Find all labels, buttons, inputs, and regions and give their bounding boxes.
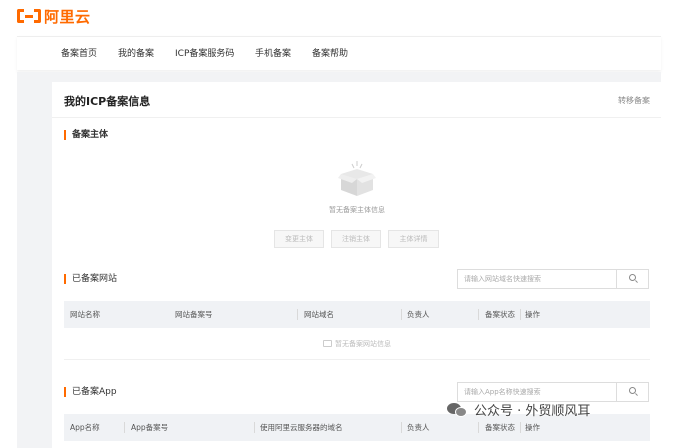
nav-item-icp-service-code[interactable]: ICP备案服务码	[175, 37, 234, 71]
column-header: App备案号	[131, 423, 169, 432]
column-header: 负责人	[407, 423, 430, 432]
column-header: App名称	[70, 423, 100, 432]
subject-empty-text: 暂无备案主体信息	[329, 206, 385, 214]
column-header: 备案状态	[485, 310, 515, 319]
column-header: 网站域名	[304, 310, 334, 319]
empty-box-icon	[323, 340, 332, 347]
section-title-subject: 备案主体	[64, 130, 108, 140]
column-header: 操作	[525, 310, 540, 319]
column-header: 负责人	[407, 310, 430, 319]
divider	[52, 117, 661, 118]
nav-item-my-filing[interactable]: 我的备案	[118, 37, 154, 71]
website-empty-text: 暂无备案网站信息	[335, 340, 391, 348]
subject-details-button[interactable]: 主体详情	[388, 230, 439, 248]
top-bar: 阿里云	[0, 0, 682, 36]
column-header: 使用阿里云服务器的域名	[260, 423, 343, 432]
page-title: 我的ICP备案信息	[64, 95, 151, 108]
search-icon[interactable]	[616, 383, 648, 401]
empty-box-icon	[338, 161, 376, 196]
section-title-websites: 已备案网站	[64, 274, 117, 284]
website-table-empty: 暂无备案网站信息	[64, 330, 650, 360]
section-title-apps: 已备案App	[64, 387, 117, 397]
app-search-placeholder: 请输入App名称快速搜索	[464, 388, 541, 396]
search-icon[interactable]	[616, 270, 648, 288]
wechat-icon	[447, 402, 469, 418]
watermark: 公众号 · 外贸顺风耳	[447, 400, 590, 419]
watermark-text: 公众号 · 外贸顺风耳	[474, 404, 591, 419]
website-table-header: 网站名称 网站备案号 网站域名 负责人 备案状态 操作	[64, 301, 650, 328]
column-header: 网站备案号	[175, 310, 213, 319]
cancel-subject-button[interactable]: 注销主体	[331, 230, 381, 248]
nav-item-mobile-filing[interactable]: 手机备案	[255, 37, 291, 71]
main-nav: 备案首页 我的备案 ICP备案服务码 手机备案 备案帮助	[17, 36, 661, 70]
column-header: 网站名称	[70, 310, 100, 319]
change-subject-button[interactable]: 变更主体	[274, 230, 324, 248]
transfer-filing-link[interactable]: 转移备案	[618, 95, 650, 106]
nav-item-help[interactable]: 备案帮助	[312, 37, 348, 71]
website-search-input[interactable]: 请输入网站域名快速搜索	[457, 269, 649, 289]
brand-name: 阿里云	[44, 7, 91, 26]
aliyun-logo-icon	[17, 9, 41, 23]
app-search-input[interactable]: 请输入App名称快速搜索	[457, 382, 649, 402]
nav-item-home[interactable]: 备案首页	[61, 37, 97, 71]
aliyun-logo[interactable]: 阿里云	[17, 6, 91, 26]
website-search-placeholder: 请输入网站域名快速搜索	[464, 275, 541, 283]
